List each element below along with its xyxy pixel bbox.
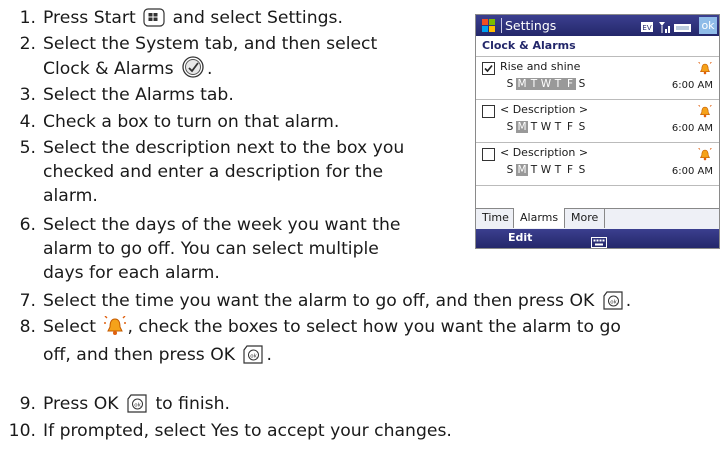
step-number: 5. [19, 138, 36, 158]
day-thu[interactable]: T [552, 78, 564, 90]
day-wed[interactable]: W [540, 164, 552, 176]
day-fri[interactable]: F [564, 78, 576, 90]
windows-logo-icon [480, 17, 498, 38]
step-text: If prompted, select Yes to accept your c… [43, 421, 452, 441]
day-thu[interactable]: T [552, 121, 564, 133]
alarm-bell-icon[interactable] [698, 146, 712, 165]
tab-time[interactable]: Time [476, 208, 516, 228]
step-text: Select , check the boxes to select how y… [43, 315, 621, 371]
svg-text:ok: ok [251, 353, 258, 359]
tab-alarms[interactable]: Alarms [513, 208, 566, 228]
alarm-row[interactable]: Rise and shine SMTWTFS 6:00 AM [476, 57, 719, 100]
step-text: Press OK ok to finish. [43, 392, 230, 420]
tab-more[interactable]: More [565, 208, 606, 228]
step-text: Check a box to turn on that alarm. [43, 112, 340, 132]
alarm-checkbox[interactable] [482, 62, 495, 75]
alarm-checkbox[interactable] [482, 105, 495, 118]
title-bar: Settings EV ok [476, 15, 719, 36]
step-text: Select the System tab, and then select C… [43, 32, 377, 85]
step-text: Press Start and select Settings. [43, 6, 343, 34]
day-wed[interactable]: W [540, 121, 552, 133]
svg-text:ok: ok [610, 299, 617, 305]
day-tue[interactable]: T [528, 78, 540, 90]
alarm-bell-icon[interactable] [698, 60, 712, 79]
step-number: 10. [8, 421, 36, 441]
keyboard-icon[interactable] [591, 233, 607, 248]
alarm-description[interactable]: < Description > [500, 146, 588, 159]
clock-alarms-icon [181, 56, 205, 85]
ok-key-icon: ok [242, 345, 264, 371]
alarm-bell-icon [103, 315, 126, 343]
edit-softkey[interactable]: Edit [508, 231, 532, 244]
day-sun[interactable]: S [504, 164, 516, 176]
alarm-days[interactable]: SMTWTFS [504, 164, 588, 176]
softkey-bar: Edit [476, 229, 719, 248]
day-mon[interactable]: M [516, 78, 528, 90]
step-number: 4. [19, 112, 36, 132]
day-fri[interactable]: F [564, 164, 576, 176]
ok-button[interactable]: ok [699, 17, 717, 34]
step-text: Select the time you want the alarm to go… [43, 289, 631, 317]
start-key-icon [143, 8, 165, 34]
alarm-time[interactable]: 6:00 AM [672, 80, 713, 91]
alarm-bell-icon[interactable] [698, 103, 712, 122]
day-sat[interactable]: S [576, 164, 588, 176]
day-fri[interactable]: F [564, 121, 576, 133]
step-number: 7. [19, 291, 36, 311]
alarm-row[interactable]: < Description > SMTWTFS 6:00 AM [476, 100, 719, 143]
step-number: 8. [19, 317, 36, 337]
day-tue[interactable]: T [528, 164, 540, 176]
ok-key-icon: ok [126, 394, 148, 420]
step-text: Select the description next to the box y… [43, 138, 405, 206]
svg-text:EV: EV [642, 24, 651, 32]
step-number: 2. [19, 34, 36, 54]
day-mon[interactable]: M [516, 164, 528, 176]
step-number: 9. [19, 394, 36, 414]
day-sat[interactable]: S [576, 78, 588, 90]
screen-header: Clock & Alarms [476, 36, 719, 57]
alarm-days[interactable]: SMTWTFS [504, 78, 588, 90]
day-mon[interactable]: M [516, 121, 528, 133]
alarm-time[interactable]: 6:00 AM [672, 123, 713, 134]
title-separator [501, 18, 502, 33]
ok-key-icon: ok [602, 291, 624, 317]
tab-bar: Time Alarms More [476, 208, 719, 229]
day-thu[interactable]: T [552, 164, 564, 176]
day-tue[interactable]: T [528, 121, 540, 133]
svg-text:ok: ok [134, 402, 141, 408]
app-title: Settings [505, 18, 557, 33]
day-sun[interactable]: S [504, 78, 516, 90]
step-number: 3. [19, 85, 36, 105]
day-sun[interactable]: S [504, 121, 516, 133]
alarm-checkbox[interactable] [482, 148, 495, 161]
alarm-description[interactable]: < Description > [500, 103, 588, 116]
alarm-time[interactable]: 6:00 AM [672, 166, 713, 177]
day-sat[interactable]: S [576, 121, 588, 133]
step-text: Select the days of the week you want the… [43, 215, 401, 283]
phone-screenshot: Settings EV ok Clock & Alarms Rise and s… [475, 14, 720, 249]
alarm-description[interactable]: Rise and shine [500, 60, 580, 73]
alarm-row[interactable]: < Description > SMTWTFS 6:00 AM [476, 143, 719, 186]
step-text: Select the Alarms tab. [43, 85, 234, 105]
day-wed[interactable]: W [540, 78, 552, 90]
step-number: 1. [19, 8, 36, 28]
alarm-days[interactable]: SMTWTFS [504, 121, 588, 133]
step-number: 6. [19, 215, 36, 235]
